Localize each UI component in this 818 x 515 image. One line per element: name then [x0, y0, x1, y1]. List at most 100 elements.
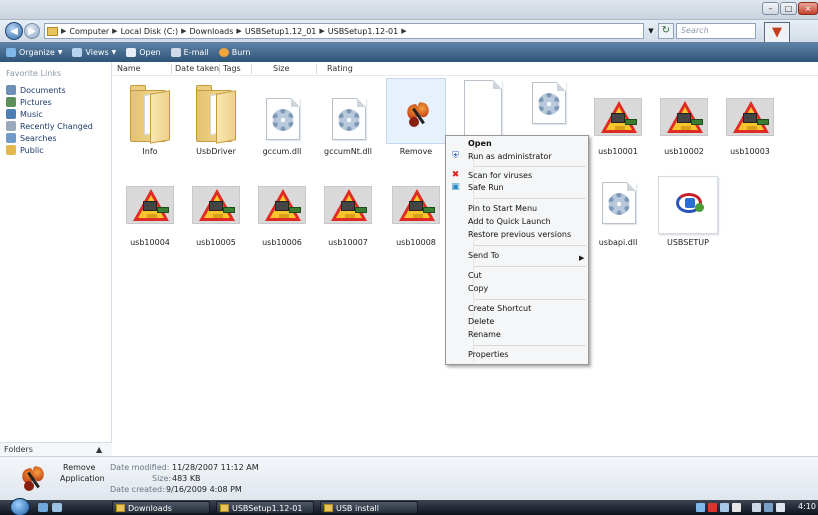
network-icon[interactable] — [696, 503, 705, 512]
file-item-usb10005[interactable]: usb10005 — [183, 178, 249, 262]
column-divider[interactable] — [171, 64, 172, 74]
double-down-arrow-icon: ▼ — [764, 22, 790, 44]
signal-icon[interactable] — [752, 503, 761, 512]
butterfly-icon — [403, 101, 433, 131]
address-bar[interactable]: ▶ Computer ▶ Local Disk (C:) ▶ Downloads… — [44, 23, 644, 39]
minimize-button[interactable]: – — [762, 2, 779, 15]
column-header-tags[interactable]: Tags — [223, 64, 241, 73]
folders-toggle[interactable]: Folders ▲ — [0, 442, 112, 456]
file-item-usb10007[interactable]: usb10007 — [315, 178, 381, 262]
detail-size-value: 483 KB — [172, 474, 201, 483]
show-desktop-icon[interactable] — [38, 503, 48, 512]
file-name: usb10006 — [262, 238, 302, 247]
menu-item-open[interactable]: Open — [468, 138, 492, 150]
menu-item-safe-run[interactable]: Safe Run — [468, 182, 504, 194]
open-button[interactable]: Open — [126, 47, 161, 57]
network-connection-icon[interactable] — [764, 503, 773, 512]
task-label: USBSetup1.12-01 — [232, 504, 303, 513]
organize-button[interactable]: Organize ▼ — [6, 47, 62, 57]
refresh-button[interactable]: ↻ — [658, 23, 674, 39]
column-divider[interactable] — [219, 64, 220, 74]
task-usb-install[interactable]: USB install — [320, 501, 418, 514]
menu-item-scan-for-viruses[interactable]: Scan for viruses — [468, 170, 532, 182]
file-item-gccum-dll[interactable]: gccum.dll — [249, 78, 315, 162]
nav-link-recently-changed[interactable]: Recently Changed — [6, 121, 93, 131]
column-header-rating[interactable]: Rating — [327, 64, 353, 73]
file-item-usb10008[interactable]: usb10008 — [383, 178, 449, 262]
safe-run-icon: ▣ — [451, 182, 460, 192]
menu-item-pin-to-start-menu[interactable]: Pin to Start Menu — [468, 203, 537, 215]
column-header-date-taken[interactable]: Date taken — [175, 64, 219, 73]
search-input[interactable]: Search — [676, 23, 756, 39]
task-downloads[interactable]: Downloads — [112, 501, 210, 514]
breadcrumb-separator-icon: ▶ — [112, 27, 118, 35]
nav-link-music[interactable]: Music — [6, 109, 43, 119]
back-button[interactable]: ◀ — [5, 22, 23, 40]
usb-tray-icon[interactable] — [732, 503, 741, 512]
file-item-usb10003[interactable]: usb10003 — [717, 78, 783, 162]
column-header-size[interactable]: Size — [273, 64, 289, 73]
file-item-usb10002[interactable]: usb10002 — [651, 78, 717, 162]
nav-link-documents[interactable]: Documents — [6, 85, 66, 95]
file-item-remove[interactable]: Remove — [383, 78, 449, 162]
breadcrumb-usbsetup-current[interactable]: USBSetup1.12-01 — [328, 27, 398, 36]
nav-link-searches[interactable]: Searches — [6, 133, 57, 143]
breadcrumb-computer[interactable]: Computer — [69, 27, 109, 36]
dll-file-icon — [602, 182, 636, 224]
detail-file-name: Remove — [63, 463, 96, 472]
breadcrumb-usbsetup-parent[interactable]: USBSetup1.12_01 — [245, 27, 317, 36]
column-divider[interactable] — [316, 64, 317, 74]
antivirus-tray-icon[interactable] — [708, 503, 717, 512]
file-item-usb10001[interactable]: usb10001 — [585, 78, 651, 162]
file-item-gccumnt-dll[interactable]: gccumNt.dll — [315, 78, 381, 162]
menu-item-rename[interactable]: Rename — [468, 329, 501, 341]
task-usbsetup[interactable]: USBSetup1.12-01 — [216, 501, 314, 514]
address-dropdown-icon[interactable]: ▼ — [645, 23, 657, 39]
menu-item-cut[interactable]: Cut — [468, 270, 482, 282]
display-icon[interactable] — [720, 503, 729, 512]
menu-item-create-shortcut[interactable]: Create Shortcut — [468, 303, 531, 315]
file-name: gccumNt.dll — [324, 147, 372, 156]
file-item-usb10006[interactable]: usb10006 — [249, 178, 315, 262]
menu-item-copy[interactable]: Copy — [468, 283, 488, 295]
menu-item-run-as-administrator[interactable]: Run as administrator — [468, 151, 552, 163]
context-menu: Open ⛨ Run as administrator ✖ Scan for v… — [445, 135, 589, 365]
menu-separator — [474, 245, 586, 246]
start-button[interactable] — [10, 498, 30, 515]
file-item-info[interactable]: Info — [117, 78, 183, 162]
breadcrumb-downloads[interactable]: Downloads — [189, 27, 233, 36]
public-folder-icon — [6, 145, 16, 155]
usb-warning-icon — [726, 98, 774, 136]
views-button[interactable]: Views ▼ — [72, 47, 116, 57]
forward-button[interactable]: ▶ — [24, 23, 40, 39]
volume-icon[interactable] — [776, 503, 785, 512]
menu-item-properties[interactable]: Properties — [468, 349, 508, 361]
file-item-usbdriver[interactable]: UsbDriver — [183, 78, 249, 162]
usb-warning-icon — [126, 186, 174, 224]
dll-thumbnail — [252, 78, 312, 144]
menu-item-delete[interactable]: Delete — [468, 316, 494, 328]
details-pane: Remove Application Date modified: 11/28/… — [0, 456, 818, 500]
menu-item-add-to-quick-launch[interactable]: Add to Quick Launch — [468, 216, 551, 228]
breadcrumb-local-disk[interactable]: Local Disk (C:) — [121, 27, 179, 36]
email-button[interactable]: E-mail — [170, 47, 209, 57]
nav-link-label: Documents — [20, 85, 66, 95]
file-name: USBSETUP — [667, 238, 709, 247]
menu-item-restore-previous-versions[interactable]: Restore previous versions — [468, 229, 571, 241]
file-item-usbsetup[interactable]: USBSETUP — [655, 176, 721, 260]
column-divider[interactable] — [251, 64, 252, 74]
burn-button[interactable]: Burn — [218, 47, 251, 57]
switch-windows-icon[interactable] — [52, 503, 62, 512]
views-label: Views — [85, 47, 109, 57]
clock[interactable]: 4:10 PM — [798, 502, 818, 511]
menu-item-send-to[interactable]: Send To — [468, 250, 499, 262]
file-item-usbapi-dll[interactable]: usbapi.dll — [585, 178, 651, 262]
maximize-button[interactable]: □ — [780, 2, 797, 15]
nav-link-public[interactable]: Public — [6, 145, 44, 155]
nav-link-pictures[interactable]: Pictures — [6, 97, 52, 107]
file-item-usb10004[interactable]: usb10004 — [117, 178, 183, 262]
close-button[interactable]: × — [798, 2, 818, 15]
gear-icon — [608, 193, 630, 215]
organize-label: Organize — [19, 47, 55, 57]
column-header-name[interactable]: Name — [117, 64, 141, 73]
